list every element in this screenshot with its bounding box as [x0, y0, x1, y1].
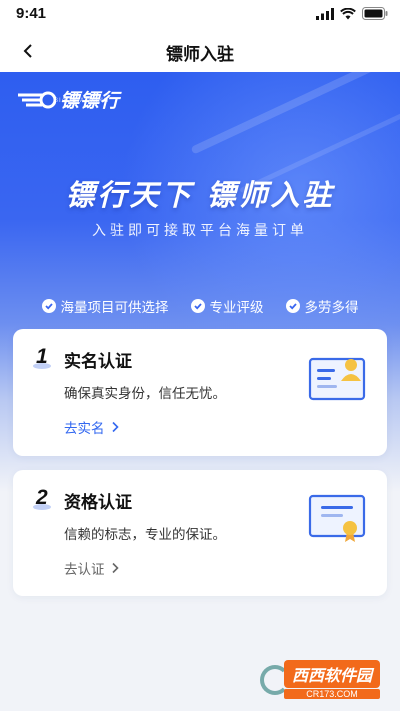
chevron-right-icon — [111, 421, 119, 433]
check-icon — [190, 299, 205, 313]
watermark-text: 西西软件园 — [283, 660, 380, 688]
go-real-name-link[interactable]: 去实名 — [64, 417, 119, 437]
hero-slogan: 镖行天下 镖师入驻 — [65, 178, 335, 212]
card-description: 确保真实身份，信任无忧。 — [64, 386, 226, 402]
logo-wing-icon — [18, 91, 56, 108]
nav-bar: 镖师入驻 — [0, 30, 400, 72]
real-name-auth-card: 1 实名认证 确保真实身份，信任无忧。 去实名 — [13, 329, 387, 456]
feature-list: 海量项目可供选择 专业评级 多劳多得 — [0, 296, 400, 316]
feature-item: 多劳多得 — [285, 296, 359, 316]
certificate-icon — [308, 494, 366, 542]
feature-label: 多劳多得 — [304, 300, 359, 316]
card-title: 资格认证 — [64, 493, 132, 513]
page-title: 镖师入驻 — [166, 45, 234, 65]
link-label: 去实名 — [64, 421, 105, 437]
step-number: 2 — [36, 486, 48, 509]
feature-label: 海量项目可供选择 — [60, 300, 169, 316]
feature-label: 专业评级 — [209, 300, 264, 316]
watermark-logo: 西西软件园 CR173.COM — [259, 660, 380, 699]
qualification-auth-card: 2 资格认证 信赖的标志，专业的保证。 去认证 — [13, 470, 387, 596]
logo-subtext: BIAOBIAOXING — [54, 98, 110, 104]
watermark-subtext: CR173.COM — [283, 689, 380, 699]
check-icon — [285, 299, 300, 313]
status-time: 9:41 — [16, 5, 47, 22]
link-label: 去认证 — [64, 562, 105, 578]
chevron-right-icon — [111, 562, 119, 574]
feature-item: 海量项目可供选择 — [41, 296, 169, 316]
card-title: 实名认证 — [64, 352, 132, 372]
status-icons — [316, 7, 388, 20]
hero-subslogan: 入驻即可接取平台海量订单 — [92, 223, 308, 239]
status-bar: 9:41 — [0, 0, 400, 30]
battery-icon — [362, 7, 388, 20]
feature-item: 专业评级 — [190, 296, 264, 316]
step-number: 1 — [36, 345, 48, 368]
wifi-icon — [340, 7, 356, 19]
id-card-icon — [308, 357, 366, 401]
check-icon — [41, 299, 56, 313]
card-description: 信赖的标志，专业的保证。 — [64, 527, 226, 543]
go-certify-link[interactable]: 去认证 — [64, 558, 119, 578]
signal-icon — [316, 7, 334, 20]
